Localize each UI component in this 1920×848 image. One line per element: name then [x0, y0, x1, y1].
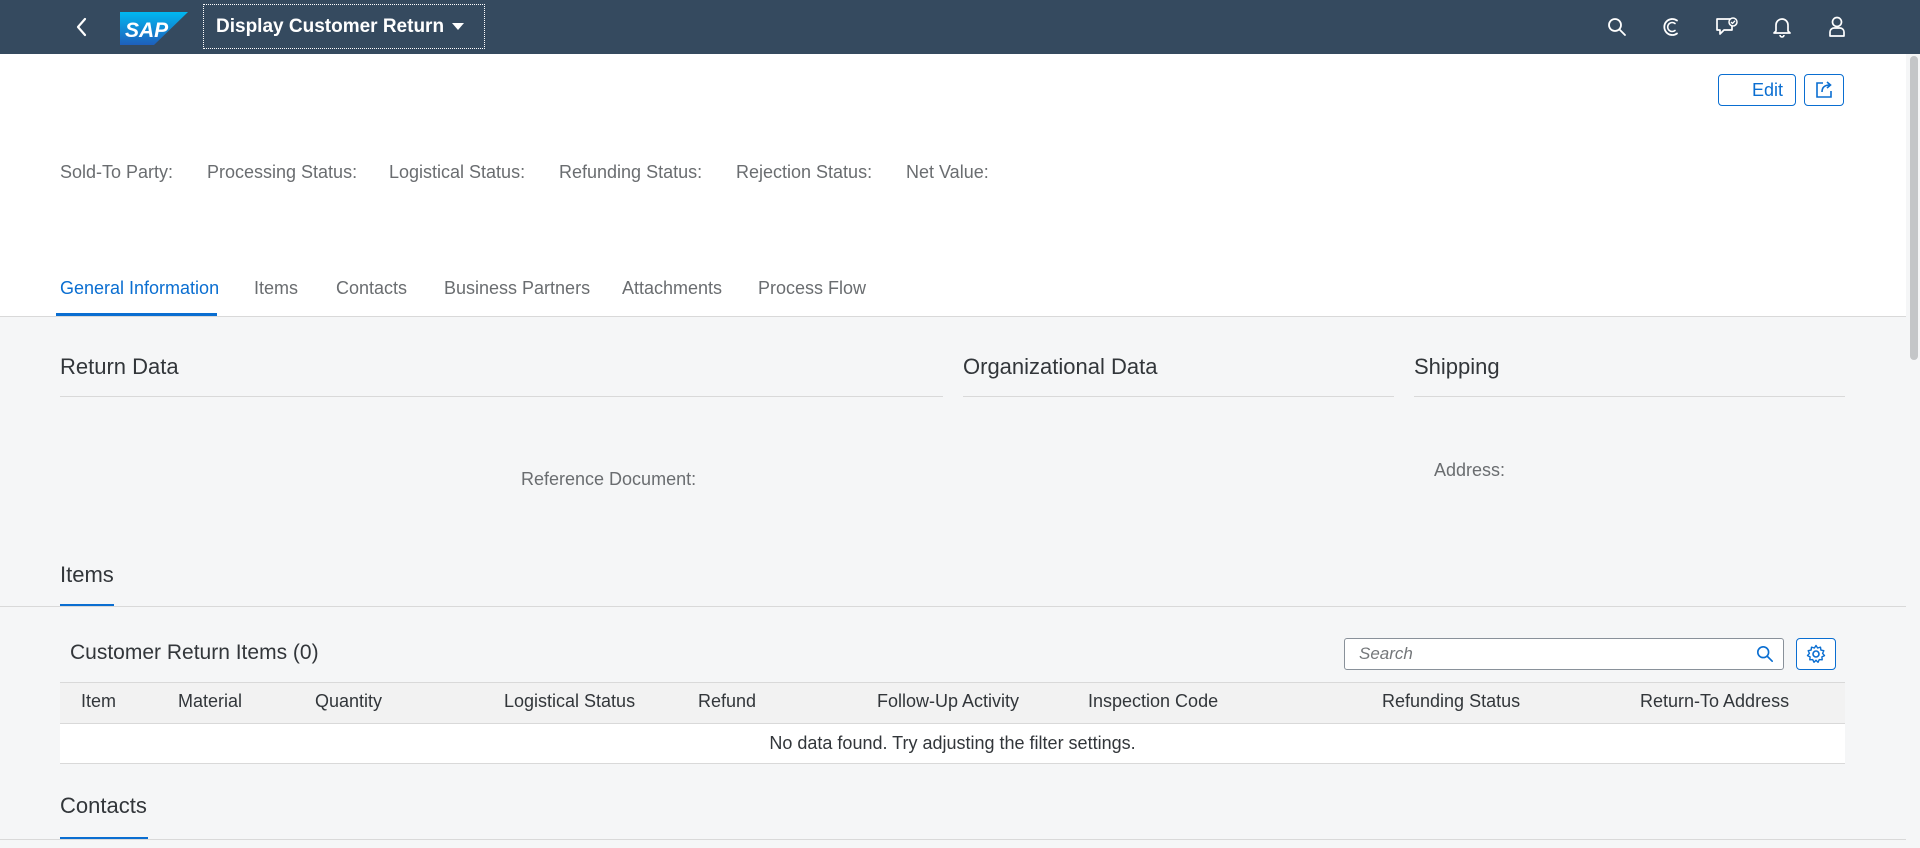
- app-title-menu-button[interactable]: Display Customer Return: [203, 4, 485, 49]
- feedback-button[interactable]: [1709, 11, 1745, 43]
- search-field-button[interactable]: [1747, 645, 1783, 663]
- tab-bar-divider: [0, 316, 1920, 317]
- gear-icon: [1806, 644, 1826, 663]
- shipping-divider: [1414, 396, 1845, 397]
- column-header-return-to-address[interactable]: Return-To Address: [1640, 691, 1789, 712]
- table-empty-row: No data found. Try adjusting the filter …: [60, 724, 1845, 764]
- tab-process-flow[interactable]: Process Flow: [758, 278, 866, 299]
- user-icon: [1829, 16, 1845, 37]
- feedback-icon: [1716, 17, 1738, 35]
- table-search-field[interactable]: [1344, 638, 1784, 670]
- return-data-divider: [60, 396, 943, 397]
- column-header-inspection-code[interactable]: Inspection Code: [1088, 691, 1218, 712]
- tab-business-partners[interactable]: Business Partners: [444, 278, 590, 299]
- bell-icon: [1773, 18, 1791, 38]
- search-button[interactable]: [1599, 11, 1635, 43]
- column-header-refunding-status[interactable]: Refunding Status: [1382, 691, 1520, 712]
- kpi-net-value: Net Value:: [906, 162, 989, 182]
- items-section-title: Items: [60, 562, 114, 587]
- object-page-header: [0, 54, 1920, 316]
- tab-general-information[interactable]: General Information: [60, 278, 219, 299]
- caret-down-icon: [452, 23, 465, 30]
- back-button[interactable]: [64, 11, 100, 43]
- tab-items[interactable]: Items: [254, 278, 298, 299]
- back-icon: [76, 17, 87, 37]
- column-header-follow-up-activity[interactable]: Follow-Up Activity: [877, 691, 1019, 712]
- edit-button-label: Edit: [1751, 79, 1783, 100]
- page-scrollbar-thumb[interactable]: [1910, 56, 1918, 360]
- search-icon: [1608, 18, 1626, 36]
- column-header-logistical-status[interactable]: Logistical Status: [504, 691, 635, 712]
- kpi-rejection-status: Rejection Status:: [736, 162, 873, 182]
- column-header-item[interactable]: Item: [81, 691, 116, 712]
- column-header-quantity[interactable]: Quantity: [315, 691, 382, 712]
- notifications-button[interactable]: [1764, 11, 1800, 43]
- tab-contacts[interactable]: Contacts: [336, 278, 407, 299]
- copilot-button[interactable]: [1654, 11, 1690, 43]
- tab-attachments[interactable]: Attachments: [622, 278, 722, 299]
- copilot-icon: [1663, 18, 1678, 36]
- logo-text: SAP: [125, 19, 169, 42]
- table-search-input[interactable]: [1357, 643, 1747, 665]
- share-button[interactable]: [1804, 74, 1844, 106]
- column-header-refund[interactable]: Refund: [698, 691, 756, 712]
- items-section-divider: [0, 606, 1906, 607]
- organizational-data-title: Organizational Data: [963, 354, 1158, 379]
- reference-document-label: Reference Document:: [521, 469, 697, 489]
- app-title: Display Customer Return: [216, 15, 445, 37]
- contacts-section-title: Contacts: [60, 793, 147, 818]
- share-icon: [1816, 81, 1832, 98]
- kpi-logistical-status: Logistical Status:: [389, 162, 526, 182]
- sap-logo[interactable]: SAP: [120, 12, 188, 45]
- user-profile-button[interactable]: [1819, 11, 1855, 43]
- contacts-section-divider: [0, 839, 1906, 840]
- return-data-title: Return Data: [60, 354, 179, 379]
- kpi-refunding-status: Refunding Status:: [559, 162, 703, 182]
- edit-button[interactable]: Edit: [1718, 74, 1796, 106]
- no-data-text: No data found. Try adjusting the filter …: [769, 733, 1136, 753]
- kpi-sold-to-party: Sold-To Party:: [60, 162, 174, 182]
- shipping-address-label: Address:: [1434, 460, 1506, 480]
- shipping-title: Shipping: [1414, 354, 1500, 379]
- organizational-data-divider: [963, 396, 1394, 397]
- table-settings-button[interactable]: [1796, 638, 1836, 670]
- customer-return-items-table-title: Customer Return Items (0): [70, 641, 319, 664]
- kpi-processing-status: Processing Status:: [207, 162, 358, 182]
- search-icon: [1756, 645, 1774, 663]
- column-header-material[interactable]: Material: [178, 691, 242, 712]
